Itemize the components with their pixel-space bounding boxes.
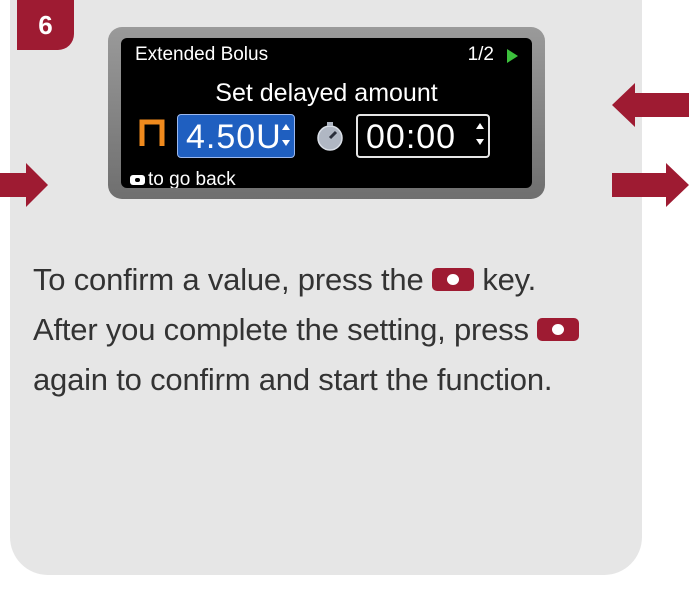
- key-icon: [130, 175, 145, 185]
- device-screen-frame: Extended Bolus 1/2 Set delayed amount 4.…: [108, 27, 545, 199]
- key-icon: [431, 268, 474, 291]
- back-hint: to go back: [148, 169, 236, 188]
- instruction-line-2-start: After you complete the setting, press: [33, 312, 529, 347]
- right-arrow-icon: [612, 163, 689, 207]
- step-number-badge: 6: [17, 0, 74, 50]
- instruction-line-2: After you complete the setting, press: [33, 305, 633, 355]
- time-spinner-icon: [476, 123, 484, 145]
- stopwatch-icon: [317, 122, 343, 151]
- next-page-arrow-icon: [507, 49, 518, 63]
- page-indicator: 1/2: [467, 44, 494, 65]
- amount-spinner-icon: [282, 124, 290, 146]
- left-arrow-icon: [612, 83, 689, 127]
- instruction-line-1-start: To confirm a value, press the: [33, 262, 424, 297]
- right-arrow-icon: [0, 163, 48, 207]
- amount-value: 4.50U: [186, 118, 282, 156]
- instruction-line-3: again to confirm and start the function.: [33, 362, 553, 397]
- key-icon: [537, 318, 580, 341]
- screen-subtitle: Set delayed amount: [215, 79, 438, 107]
- instruction-line-1: To confirm a value, press the key.: [33, 255, 633, 305]
- time-field[interactable]: 00:00: [356, 114, 490, 158]
- device-screen: Extended Bolus 1/2 Set delayed amount 4.…: [121, 38, 532, 188]
- instruction-line-1-end: key.: [482, 262, 537, 297]
- screen-title: Extended Bolus: [135, 44, 269, 65]
- extended-bolus-icon: [139, 119, 165, 146]
- amount-field[interactable]: 4.50U: [177, 114, 295, 158]
- time-value: 00:00: [366, 118, 457, 156]
- instruction-text: To confirm a value, press the key. After…: [33, 255, 633, 405]
